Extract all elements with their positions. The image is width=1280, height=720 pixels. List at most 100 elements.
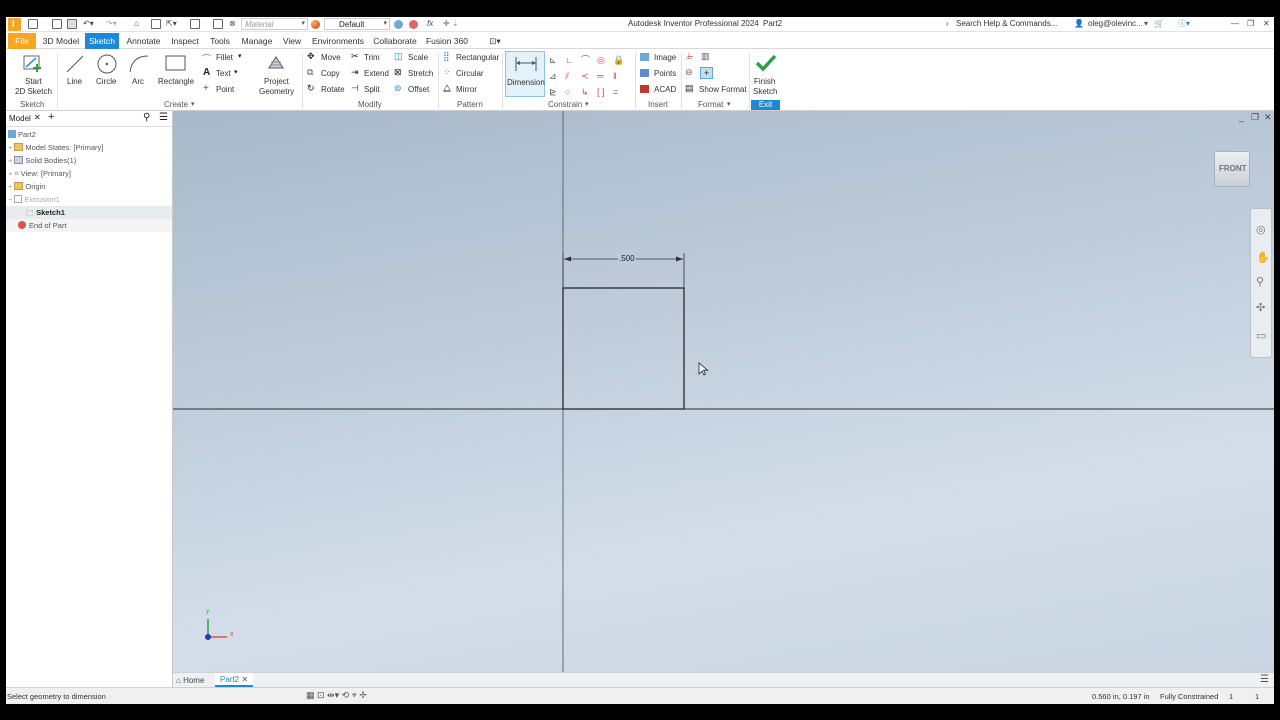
fillet-button[interactable]: ⌒ Fillet ▾ [202,52,246,64]
project-icon[interactable] [151,19,161,29]
equal-icon[interactable]: ⊵ [549,84,557,100]
close-icon[interactable]: ✕ [34,113,41,122]
image-button[interactable]: Image [640,52,684,64]
acad-button[interactable]: ACAD [640,84,684,96]
chevron-down-icon[interactable]: ▾ [191,100,195,110]
tree-item-solid-bodies[interactable]: + Solid Bodies(1) [6,154,172,167]
dimension-button[interactable]: Dimension [505,51,545,97]
customize-icon[interactable]: ✚ ⇣ [443,18,459,30]
parameters-icon[interactable]: fx [427,18,433,30]
tab-part2[interactable]: Part2 ✕ [215,673,254,687]
circular-pattern-button[interactable]: ⁘ Circular [443,67,493,80]
driven-dimension-icon[interactable]: + [700,67,713,79]
parallel-icon[interactable]: ⫽ [565,68,569,84]
arc-button[interactable]: Arc [126,51,150,97]
auto-dimension-icon[interactable]: ↳ [581,84,589,100]
rectangular-pattern-button[interactable]: ⣿ Rectangular [443,51,503,64]
tree-item-extrusion[interactable]: − Extrusion1 [6,193,172,206]
start-sketch-button[interactable]: Start 2D Sketch [10,51,54,97]
user-icon[interactable]: 👤 [1074,18,1084,30]
appearance-dropdown[interactable]: Default ▾ [324,18,390,30]
tab-3d-model[interactable]: 3D Model [41,33,81,49]
steering-wheel-icon[interactable]: ◎ [1256,223,1266,236]
app-logo[interactable]: I [8,18,21,31]
undo-icon[interactable]: ↶▾ [83,18,94,30]
look-at-icon[interactable]: ▭ [1256,329,1266,342]
collapse-icon[interactable]: − [8,195,12,204]
orbit-icon[interactable]: ✣ [1256,301,1265,314]
tab-home[interactable]: ⌂ Home [176,674,204,687]
user-account[interactable]: oleg@olevinc... [1088,18,1143,30]
update-icon[interactable] [213,19,223,29]
document-menu-icon[interactable]: ☰ [1260,674,1269,685]
expand-icon[interactable]: + [8,182,12,191]
chevron-down-icon[interactable]: ▾ [727,100,731,110]
rectangle-button[interactable]: Rectangle [156,51,196,97]
tab-fusion-360[interactable]: Fusion 360 [424,33,470,49]
ribbon-options-icon[interactable]: ⊡▾ [484,33,506,49]
save-icon[interactable] [67,19,77,29]
line-button[interactable]: Line [62,51,88,97]
scale-button[interactable]: ◫ Scale [394,51,438,64]
offset-button[interactable]: ⊜ Offset [394,83,438,96]
tab-environments[interactable]: Environments [310,33,366,49]
expand-icon[interactable]: + [8,156,12,165]
split-button[interactable]: ⊣ Split [351,83,391,96]
zoom-icon[interactable]: ⚲ [1256,275,1264,288]
material-dropdown[interactable]: Material ▾ [241,18,308,30]
chevron-down-icon[interactable]: ▾ [1144,18,1148,30]
tangent-icon[interactable]: ⌒ [581,52,590,68]
search-icon[interactable]: ⚲ [143,112,150,123]
menu-icon[interactable]: ☰ [159,112,168,123]
sketch-tools-icons[interactable]: ▦ ⊡ ⇹▾ ⟲ ⌖ ✢ [306,690,367,701]
rotate-button[interactable]: ↻ Rotate [307,83,349,96]
tree-item-sketch[interactable]: ⬚ Sketch1 [6,206,172,219]
finish-sketch-button[interactable]: Finish Sketch [751,51,781,97]
collinear-icon[interactable]: ⊿ [549,68,557,84]
measure-icon[interactable] [190,19,200,29]
tree-item-model-states[interactable]: + Model States: [Primary] [6,141,172,154]
graphics-window[interactable]: .500 y x FRONT _ ❐ ✕ ◎ ✋ ⚲ ✣ ▭ [173,111,1274,672]
redo-icon[interactable]: ↷▾ [106,18,117,30]
no-material-icon[interactable]: ⊗ [229,18,236,30]
tab-file[interactable]: File [8,33,36,49]
viewport-minimize-icon[interactable]: _ [1239,112,1244,122]
expand-icon[interactable]: + [8,143,12,152]
tab-manage[interactable]: Manage [239,33,275,49]
viewport-maximize-icon[interactable]: ❐ [1251,112,1259,123]
fix-icon[interactable]: 🔒 [613,52,624,68]
expand-arrow-icon[interactable]: › [946,18,949,30]
circle-button[interactable]: Circle [94,51,120,97]
tree-item-end-of-part[interactable]: End of Part [6,219,172,232]
text-button[interactable]: A Text ▾ [202,67,242,80]
tree-item-part[interactable]: Part2 [6,128,172,141]
close-icon[interactable]: ✕ [1263,18,1270,30]
minimize-icon[interactable]: — [1231,18,1239,30]
show-format-button[interactable]: ▤ Show Format [685,83,749,96]
adjust-appearance-icon[interactable] [394,20,403,29]
smooth-icon[interactable]: ≺ [581,68,589,84]
viewport-close-icon[interactable]: ✕ [1264,112,1272,123]
help-search-input[interactable]: Search Help & Commands... [953,18,1071,30]
tab-annotate[interactable]: Annotate [124,33,163,49]
concentric-icon[interactable]: ◎ [597,52,605,68]
equal-sign-icon[interactable]: = [613,84,618,100]
chevron-down-icon[interactable]: ▾ [585,100,589,110]
trim-button[interactable]: ✂ Trim [351,51,391,64]
bracket-icon[interactable]: [ ] [597,84,605,100]
perpendicular-icon[interactable]: ∟ [565,52,574,68]
help-icon[interactable]: ⓘ▾ [1178,18,1190,30]
center-point-icon[interactable]: ⊖ [685,67,693,78]
tree-item-view[interactable]: + ⌗ View: [Primary] [6,167,172,180]
tab-view[interactable]: View [280,33,304,49]
coincident-icon[interactable]: ⊾ [549,52,557,68]
copy-button[interactable]: ⧉ Copy [307,67,349,80]
home-icon[interactable]: ⌂ [134,18,139,30]
tab-collaborate[interactable]: Collaborate [371,33,419,49]
project-geometry-button[interactable]: Project Geometry [254,51,298,97]
cart-icon[interactable]: 🛒 [1154,18,1164,30]
dimension-value[interactable]: .500 [619,254,635,263]
mirror-button[interactable]: ⧋ Mirror [443,83,487,96]
points-button[interactable]: Points [640,68,684,80]
horizontal-icon[interactable]: ═ [597,68,603,84]
